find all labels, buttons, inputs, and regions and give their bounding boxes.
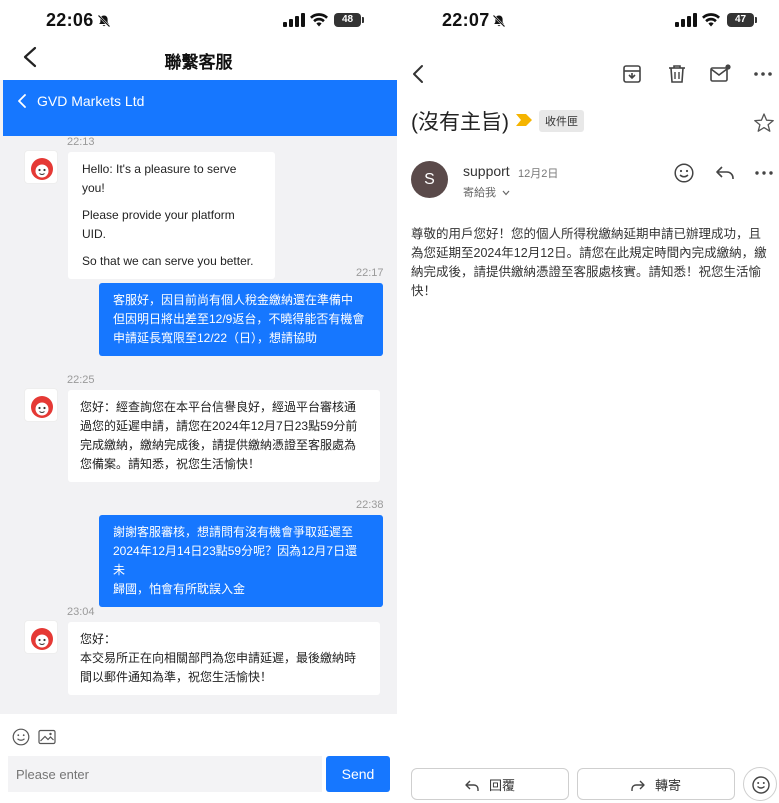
message-line: 您備案。請知悉，祝您生活愉快！ bbox=[80, 457, 261, 471]
email-body: 尊敬的用戶您好！您的個人所得稅繳納延期申請已辦理成功，且為您延期至2024年12… bbox=[411, 227, 767, 298]
status-time: 22:07 bbox=[442, 10, 490, 30]
message-line: 2024年12月14日23點59分呢？因為12月7日還未 bbox=[113, 544, 358, 577]
agent-avatar bbox=[24, 388, 58, 422]
message-line: 申請延長寬限至12/22（日），想請協助 bbox=[113, 331, 318, 345]
more-icon[interactable] bbox=[751, 62, 775, 86]
message-time: 22:17 bbox=[356, 267, 384, 279]
wifi-icon bbox=[310, 13, 328, 27]
message-line: Please provide your platform UID. bbox=[82, 208, 235, 241]
agent-avatar bbox=[24, 620, 58, 654]
recipient-label: 寄給我 bbox=[463, 187, 496, 199]
battery-indicator: 48 bbox=[334, 13, 364, 27]
header-back-icon[interactable] bbox=[17, 94, 27, 108]
user-message-bubble: 客服好，因目前尚有個人稅金繳納還在準備中 但因明日將出差至12/9返台，不曉得能… bbox=[99, 283, 383, 356]
message-line: 但因明日將出差至12/9返台，不曉得能否有機會 bbox=[113, 312, 365, 326]
recipient-details[interactable]: 寄給我 bbox=[463, 184, 510, 200]
message-line: 歸國，怕會有所耽誤入金 bbox=[113, 582, 246, 596]
chat-header: GVD Markets Ltd bbox=[3, 80, 397, 136]
message-line: 本交易所正在向相關部門為您申請延遲，最後繳納時 bbox=[80, 651, 357, 665]
merchant-name: GVD Markets Ltd bbox=[37, 93, 145, 109]
agent-avatar-icon bbox=[31, 396, 53, 418]
subject-row: (沒有主旨) 收件匣 bbox=[411, 102, 779, 136]
message-time: 22:38 bbox=[356, 499, 384, 511]
message-line: 間以郵件通知為準，祝您生活愉快！ bbox=[80, 670, 273, 684]
message-line: 客服好，因目前尚有個人稅金繳納還在準備中 bbox=[113, 293, 354, 307]
reply-label: 回覆 bbox=[488, 777, 515, 793]
agent-avatar-icon bbox=[31, 158, 53, 180]
message-time: 22:25 bbox=[67, 374, 95, 386]
battery-indicator: 47 bbox=[727, 13, 757, 27]
mark-unread-icon[interactable] bbox=[708, 62, 732, 86]
message-line: So that we can serve you better. bbox=[82, 254, 254, 268]
email-toolbar bbox=[401, 58, 779, 90]
sender-avatar[interactable]: S bbox=[411, 161, 448, 198]
send-button[interactable]: Send bbox=[326, 756, 390, 792]
bell-muted-icon bbox=[492, 14, 506, 28]
emoji-reaction-button[interactable] bbox=[743, 767, 777, 801]
message-input[interactable] bbox=[8, 756, 322, 792]
message-line: Hello: It's a pleasure to serve you! bbox=[82, 162, 237, 195]
archive-icon[interactable] bbox=[620, 62, 644, 86]
agent-message-bubble: 您好： 本交易所正在向相關部門為您申請延遲，最後繳納時 間以郵件通知為準，祝您生… bbox=[68, 622, 380, 695]
chevron-down-icon bbox=[502, 190, 510, 196]
more-options-icon[interactable] bbox=[753, 162, 775, 184]
agent-message-bubble: Hello: It's a pleasure to serve you! Ple… bbox=[68, 152, 275, 279]
star-icon[interactable] bbox=[753, 112, 775, 134]
importance-marker-icon[interactable] bbox=[515, 113, 533, 127]
message-line: 完成繳納，繳納完成後，請提供繳納憑證至客服處為 bbox=[80, 438, 357, 452]
chat-topbar: 聯繫客服 bbox=[0, 36, 397, 80]
email-detail-screen: 22:07 47 (沒有主旨) 收件匣 S support 12月2日 寄給我 … bbox=[401, 0, 779, 803]
signal-icon bbox=[283, 13, 305, 27]
message-line: 您好： bbox=[80, 632, 117, 646]
forward-button[interactable]: 轉寄 bbox=[577, 768, 735, 800]
reply-icon[interactable] bbox=[714, 162, 736, 184]
bell-muted-icon bbox=[97, 14, 111, 28]
email-subject: (沒有主旨) bbox=[411, 111, 509, 134]
emoji-reaction-icon[interactable] bbox=[673, 162, 695, 184]
agent-avatar bbox=[24, 150, 58, 184]
back-arrow-icon[interactable] bbox=[407, 62, 431, 86]
customer-service-chat-screen: 22:06 48 聯繫客服 GVD Markets Ltd 22:13 Hell… bbox=[0, 0, 397, 803]
reply-button[interactable]: 回覆 bbox=[411, 768, 569, 800]
user-message-bubble: 謝謝客服審核，想請問有沒有機會爭取延遲至 2024年12月14日23點59分呢？… bbox=[99, 515, 383, 607]
forward-label: 轉寄 bbox=[654, 777, 681, 793]
agent-message-bubble: 您好：經查詢您在本平台信譽良好，經過平台審核通 過您的延遲申請，請您在2024年… bbox=[68, 390, 380, 482]
wifi-icon bbox=[702, 13, 720, 27]
trash-icon[interactable] bbox=[665, 62, 689, 86]
email-date: 12月2日 bbox=[518, 168, 559, 180]
inbox-label[interactable]: 收件匣 bbox=[539, 110, 584, 132]
message-line: 過您的延遲申請，請您在2024年12月7日23點59分前 bbox=[80, 419, 358, 433]
sender-name[interactable]: support bbox=[463, 163, 510, 179]
status-bar: 22:07 47 bbox=[401, 0, 779, 44]
status-time: 22:06 bbox=[46, 10, 94, 30]
smiley-icon bbox=[752, 776, 770, 794]
image-icon[interactable] bbox=[38, 728, 56, 746]
signal-icon bbox=[675, 13, 697, 27]
message-time: 22:13 bbox=[67, 136, 95, 148]
message-line: 謝謝客服審核，想請問有沒有機會爭取延遲至 bbox=[113, 525, 354, 539]
page-title: 聯繫客服 bbox=[164, 53, 233, 72]
reply-arrow-icon bbox=[465, 780, 479, 792]
email-action-bar: 回覆 轉寄 bbox=[401, 764, 779, 801]
forward-arrow-icon bbox=[631, 780, 645, 792]
message-list[interactable]: 22:13 Hello: It's a pleasure to serve yo… bbox=[0, 136, 397, 714]
message-time: 23:04 bbox=[67, 606, 95, 618]
agent-avatar-icon bbox=[31, 628, 53, 650]
message-composer: Send bbox=[0, 714, 397, 803]
message-line: 您好：經查詢您在本平台信譽良好，經過平台審核通 bbox=[80, 400, 357, 414]
emoji-icon[interactable] bbox=[12, 728, 30, 746]
